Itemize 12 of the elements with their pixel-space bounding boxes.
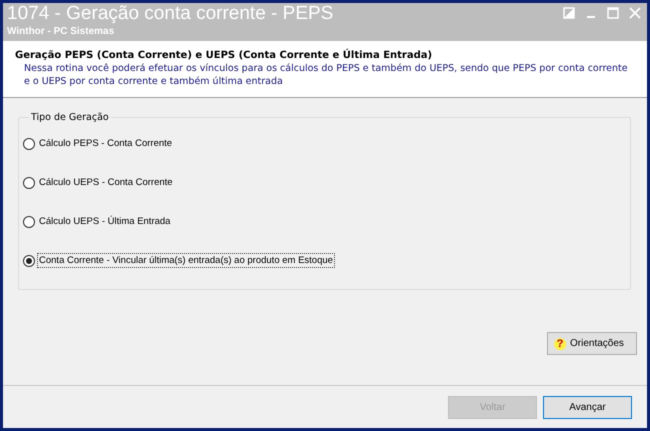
- radio-option[interactable]: Conta Corrente - Vincular última(s) entrada(s) ao produto em Estoque: [23, 240, 335, 281]
- help-button[interactable]: ? Orientações: [547, 332, 637, 355]
- group-title: Tipo de Geração: [30, 112, 110, 123]
- radio-option[interactable]: Cálculo UEPS - Última Entrada: [23, 201, 172, 242]
- header-title: Geração PEPS (Conta Corrente) e UEPS (Conta Corrente e Última Entrada): [15, 50, 434, 61]
- nav-button[interactable]: Avançar: [543, 396, 632, 418]
- help-icon: ?: [554, 338, 566, 350]
- radio-option[interactable]: Cálculo PEPS - Conta Corrente: [23, 123, 174, 164]
- header-description: Nessa rotina você poderá efetuar os vínculos para os cálculos do PEPS e também do UEPS, sendo que PEPS por conta corrente e o UEPS por conta corrente e também última entrada: [23, 62, 629, 88]
- window-title: 1074 - Geração conta corrente - PEPS: [7, 3, 334, 25]
- window-subtitle: Winthor - PC Sistemas: [7, 25, 116, 38]
- radio-option[interactable]: Cálculo UEPS - Conta Corrente: [23, 162, 175, 203]
